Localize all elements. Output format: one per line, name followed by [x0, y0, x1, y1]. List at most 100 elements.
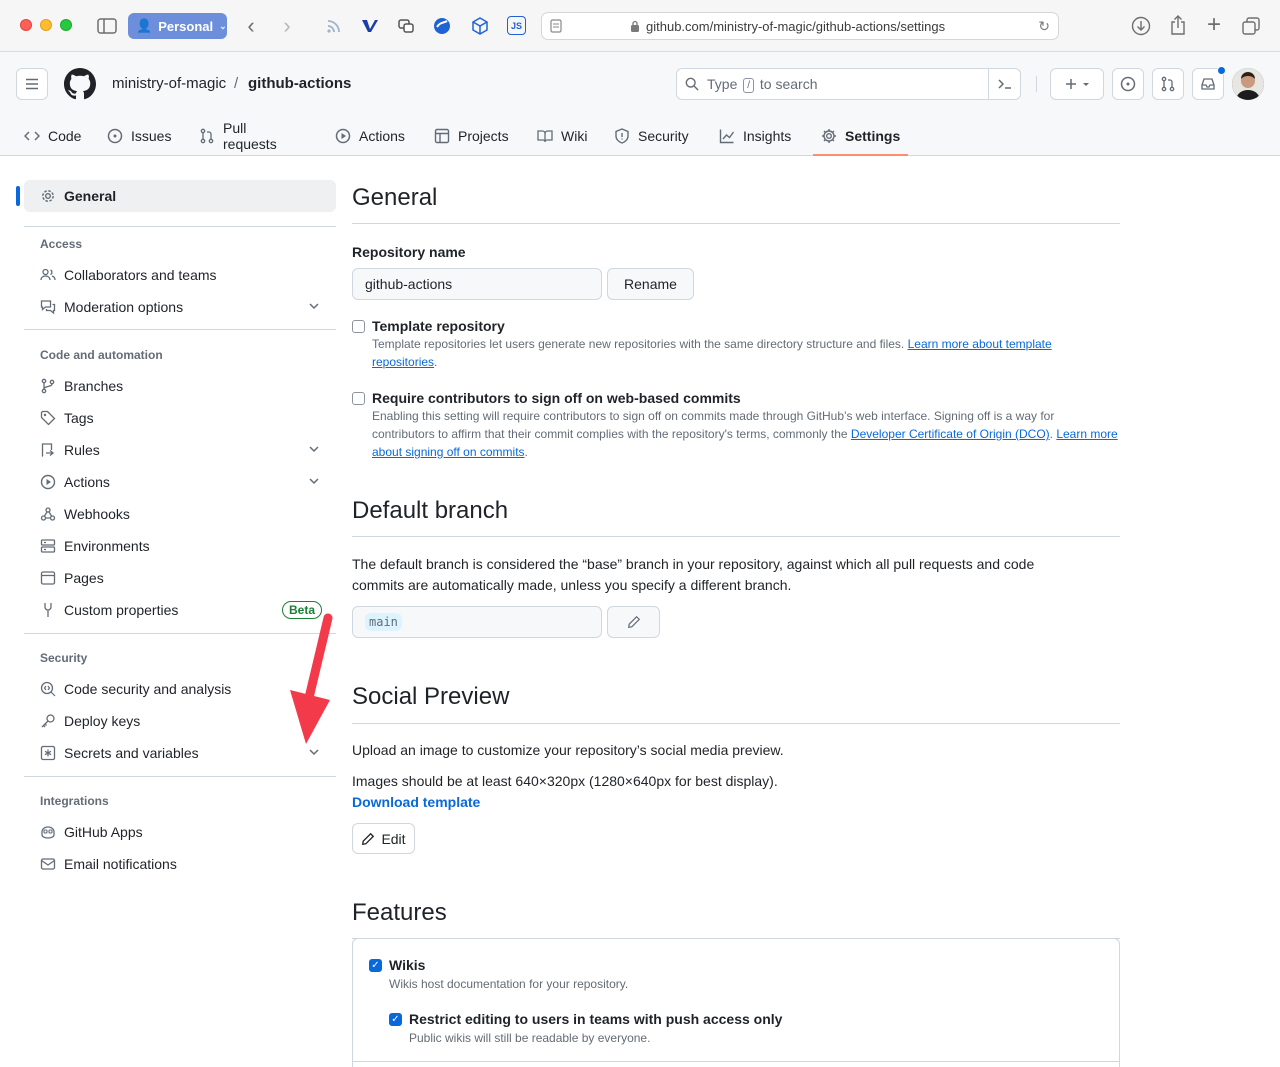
edit-default-branch-button[interactable]: [607, 606, 660, 638]
avatar[interactable]: [1232, 68, 1264, 100]
tab-security[interactable]: Security: [614, 116, 689, 156]
tab-label: Actions: [359, 128, 405, 144]
dco-link[interactable]: Developer Certificate of Origin (DCO): [851, 427, 1050, 441]
features-title: Features: [352, 899, 447, 926]
codescan-icon: [40, 681, 56, 697]
signoff-checkbox[interactable]: [352, 392, 365, 405]
tab-code[interactable]: Code: [24, 116, 81, 156]
tab-wiki[interactable]: Wiki: [537, 116, 587, 156]
sidebar-item-moderation[interactable]: Moderation options: [24, 291, 336, 323]
chevron-down-icon: ⌄: [219, 20, 227, 31]
url-text: github.com/ministry-of-magic/github-acti…: [646, 18, 946, 34]
edit-label: Edit: [381, 830, 406, 847]
js-extension-label: JS: [510, 20, 522, 31]
server-icon: [40, 539, 56, 553]
repo-name-input[interactable]: github-actions: [352, 268, 602, 300]
active-indicator: [16, 186, 20, 206]
sidebar-item-branches[interactable]: Branches: [24, 370, 336, 402]
social-preview-title: Social Preview: [352, 683, 510, 710]
tab-label: Projects: [458, 128, 509, 144]
notification-dot: [1217, 66, 1226, 75]
command-palette-icon[interactable]: [988, 69, 1020, 99]
play-icon: [335, 128, 351, 144]
sidebar-item-webhooks[interactable]: Webhooks: [24, 498, 336, 530]
template-repository-label: Template repository: [372, 318, 505, 334]
sidebar-item-label: Rules: [64, 442, 100, 458]
search-input[interactable]: Type / to search: [676, 68, 1021, 100]
tab-pull-requests[interactable]: Pull requests: [199, 116, 277, 156]
restrict-editing-label: Restrict editing to users in teams with …: [409, 1011, 783, 1027]
sidebar-item-pages[interactable]: Pages: [24, 562, 336, 594]
minimize-window-button[interactable]: [40, 19, 52, 31]
address-bar[interactable]: github.com/ministry-of-magic/github-acti…: [541, 12, 1059, 40]
sidebar-item-tags[interactable]: Tags: [24, 402, 336, 434]
tab-settings[interactable]: Settings: [812, 116, 909, 156]
tab-label: Wiki: [561, 128, 588, 144]
rename-button[interactable]: Rename: [607, 268, 694, 300]
sidebar-item-email-notifications[interactable]: Email notifications: [24, 848, 336, 880]
v-extension-icon[interactable]: [360, 16, 380, 36]
default-branch-field: main: [352, 606, 602, 638]
github-logo-icon[interactable]: [64, 68, 96, 103]
tab-overview-icon[interactable]: [1240, 15, 1262, 37]
sidebar-item-label: Tags: [64, 410, 94, 426]
shield-icon: [615, 128, 629, 144]
pull-requests-icon[interactable]: [1152, 68, 1184, 100]
chevron-down-icon: [308, 474, 320, 490]
download-icon[interactable]: [1130, 15, 1152, 37]
tab-issues[interactable]: Issues: [107, 116, 171, 156]
lock-icon: [630, 20, 640, 36]
translate-extension-icon[interactable]: [396, 16, 416, 36]
issues-icon[interactable]: [1112, 68, 1144, 100]
tab-projects[interactable]: Projects: [434, 116, 509, 156]
person-icon: 👤: [136, 18, 153, 33]
hamburger-menu-button[interactable]: [16, 68, 48, 100]
issue-icon: [107, 128, 123, 144]
sidebar-item-label: Code security and analysis: [64, 681, 232, 697]
back-icon[interactable]: ‹: [240, 13, 262, 38]
sidebar-heading-security: Security: [40, 651, 88, 665]
sidebar-toggle-icon[interactable]: [96, 15, 118, 37]
forward-icon[interactable]: ›: [276, 13, 298, 38]
features-box: ✓ Wikis Wikis host documentation for you…: [352, 938, 1120, 1067]
play-icon: [40, 474, 56, 490]
restrict-editing-checkbox[interactable]: ✓: [389, 1013, 402, 1026]
slash-key-hint: /: [743, 78, 755, 93]
sidebar-item-general[interactable]: General: [16, 180, 336, 212]
template-repository-checkbox[interactable]: [352, 320, 365, 333]
copilot-icon: [41, 826, 55, 839]
wikis-checkbox[interactable]: ✓: [369, 959, 382, 972]
sidebar-item-actions[interactable]: Actions: [24, 466, 336, 498]
sidebar-heading-access: Access: [40, 237, 83, 251]
sidebar-item-github-apps[interactable]: GitHub Apps: [24, 816, 336, 848]
rss-icon[interactable]: [324, 16, 344, 36]
create-new-button[interactable]: [1050, 68, 1104, 100]
tab-label: Insights: [743, 128, 792, 144]
js-extension-icon[interactable]: JS: [507, 16, 526, 35]
new-tab-icon[interactable]: +: [1203, 11, 1225, 38]
cube-extension-icon[interactable]: [470, 16, 490, 36]
sidebar-item-label: Deploy keys: [64, 713, 141, 729]
page-title: General: [352, 184, 438, 211]
sidebar-item-label: Secrets and variables: [64, 745, 199, 761]
asterisk-icon: [40, 745, 56, 761]
tab-label: Security: [638, 128, 689, 144]
git-branch-icon: [41, 378, 55, 394]
zoom-window-button[interactable]: [60, 19, 72, 31]
repo-owner-link[interactable]: ministry-of-magic: [112, 75, 226, 92]
sidebar-item-environments[interactable]: Environments: [24, 530, 336, 562]
tab-actions[interactable]: Actions: [335, 116, 405, 156]
sidebar-item-collaborators[interactable]: Collaborators and teams: [24, 259, 336, 291]
repo-name-link[interactable]: github-actions: [248, 75, 351, 92]
profile-switcher[interactable]: 👤 Personal ⌄: [128, 13, 227, 39]
browser-toolbar: 👤 Personal ⌄ ‹ › JS github.com/ministry-…: [0, 0, 1280, 52]
social-edit-button[interactable]: Edit: [352, 823, 415, 854]
reload-icon[interactable]: ↻: [1038, 18, 1050, 35]
close-window-button[interactable]: [20, 19, 32, 31]
tab-insights[interactable]: Insights: [719, 116, 791, 156]
download-template-link[interactable]: Download template: [352, 792, 480, 813]
sidebar-item-rules[interactable]: Rules: [24, 434, 336, 466]
globe-extension-icon[interactable]: [432, 16, 452, 36]
share-icon[interactable]: [1167, 14, 1189, 36]
inbox-icon[interactable]: [1192, 66, 1226, 100]
